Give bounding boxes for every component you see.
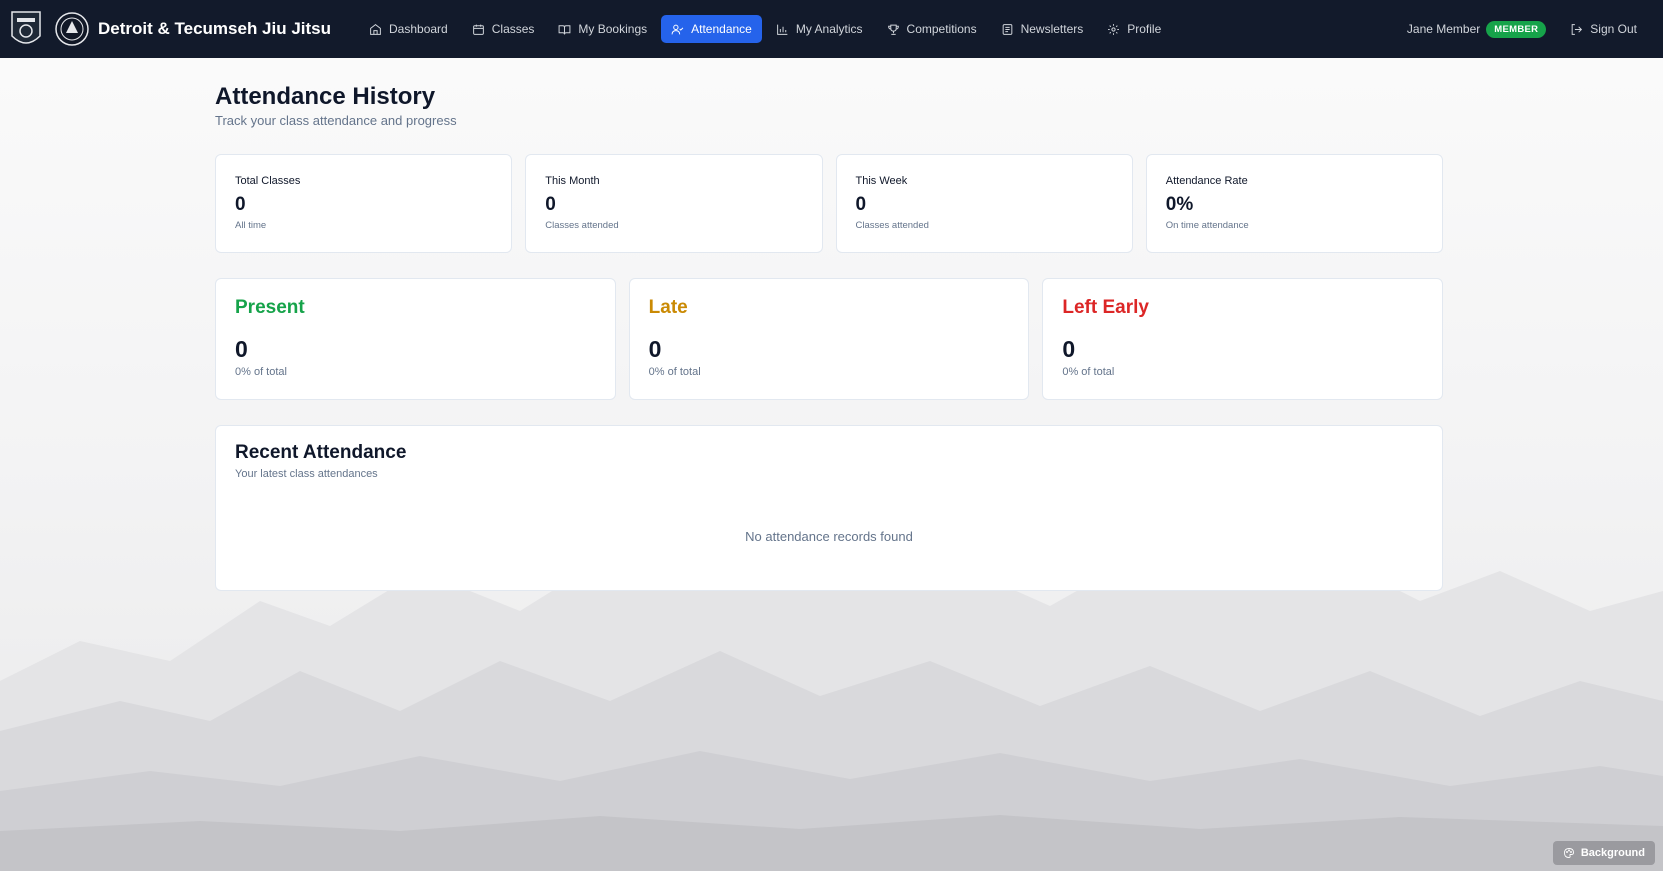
tecumseh-logo[interactable] (54, 11, 90, 47)
status-value: 0 (1062, 336, 1076, 362)
nav-profile[interactable]: Profile (1097, 15, 1171, 43)
trophy-icon (887, 24, 899, 35)
status-sub: 0% of total (235, 366, 287, 378)
main-content: Attendance History Track your class atte… (215, 58, 1444, 591)
status-row: Present 0 0% of total Late 0 0% of total… (215, 278, 1444, 400)
stat-value: 0% (1165, 194, 1194, 215)
stat-value: 0 (545, 194, 556, 215)
book-icon (559, 24, 571, 34)
stat-sub: All time (235, 220, 267, 231)
stat-label: This Month (545, 175, 600, 187)
nav-my-analytics[interactable]: My Analytics (766, 15, 873, 43)
user-check-icon (671, 24, 684, 34)
nav-label: My Analytics (795, 22, 863, 36)
status-card-late: Late 0 0% of total (628, 278, 1030, 400)
stat-sub: Classes attended (855, 220, 929, 231)
nav-newsletters[interactable]: Newsletters (991, 15, 1094, 43)
home-icon (370, 23, 381, 35)
status-title: Present (235, 297, 305, 318)
status-sub: 0% of total (1062, 366, 1115, 378)
recent-title: Recent Attendance (235, 442, 407, 463)
background-button[interactable]: Background (1552, 841, 1655, 865)
status-card-present: Present 0 0% of total (215, 278, 616, 400)
nav-my-bookings[interactable]: My Bookings (548, 15, 657, 43)
stat-label: Total Classes (235, 175, 301, 187)
nav-label: Dashboard (389, 22, 448, 36)
stat-value: 0 (235, 194, 246, 215)
top-navbar: Detroit & Tecumseh Jiu Jitsu Dashboard C… (0, 0, 1663, 58)
calendar-icon (472, 24, 484, 35)
stat-card-attendance-rate: Attendance Rate 0% On time attendance (1145, 154, 1443, 253)
bar-chart-icon (776, 24, 788, 35)
nav-label: Classes (491, 22, 535, 36)
sign-out-button[interactable]: Sign Out (1564, 16, 1643, 42)
status-value: 0 (235, 336, 248, 362)
user-area: Jane Member MEMBER Sign Out (1407, 0, 1663, 58)
stat-label: This Week (855, 175, 908, 187)
gear-icon (1108, 23, 1120, 35)
stats-row: Total Classes 0 All time This Month 0 Cl… (215, 154, 1443, 253)
main-nav: Dashboard Classes My Bookings Attendance… (359, 15, 1171, 43)
nav-dashboard[interactable]: Dashboard (359, 15, 458, 43)
nav-label: Newsletters (1020, 22, 1084, 36)
stat-card-this-month: This Month 0 Classes attended (525, 154, 823, 253)
nav-competitions[interactable]: Competitions (877, 15, 987, 43)
nav-label: My Bookings (578, 22, 648, 36)
empty-state-message: No attendance records found (745, 529, 913, 544)
status-title: Left Early (1062, 297, 1149, 318)
recent-attendance-card: Recent Attendance Your latest class atte… (215, 425, 1443, 591)
stat-sub: Classes attended (545, 220, 619, 231)
stat-sub: On time attendance (1165, 220, 1249, 231)
nav-label: Attendance (691, 22, 752, 36)
stat-label: Attendance Rate (1165, 175, 1248, 187)
status-sub: 0% of total (648, 366, 701, 378)
background-button-label: Background (1580, 847, 1645, 859)
detroit-logo[interactable] (8, 8, 44, 50)
recent-subtitle: Your latest class attendances (235, 468, 378, 480)
nav-label: Profile (1127, 22, 1162, 36)
nav-attendance[interactable]: Attendance (661, 15, 762, 43)
palette-icon (1563, 848, 1574, 858)
page-subtitle: Track your class attendance and progress (215, 113, 457, 128)
brand-title[interactable]: Detroit & Tecumseh Jiu Jitsu (98, 19, 331, 39)
nav-label: Competitions (906, 22, 977, 36)
stat-card-total-classes: Total Classes 0 All time (215, 154, 513, 253)
sign-out-label: Sign Out (1590, 22, 1637, 36)
log-out-icon (1571, 23, 1583, 35)
stat-card-this-week: This Week 0 Classes attended (835, 154, 1133, 253)
page-title: Attendance History (215, 83, 436, 110)
status-title: Late (648, 297, 688, 318)
stat-value: 0 (855, 194, 867, 215)
status-value: 0 (648, 336, 662, 362)
nav-classes[interactable]: Classes (462, 15, 545, 43)
newspaper-icon (1002, 23, 1012, 35)
role-badge: MEMBER (1486, 20, 1547, 38)
user-name: Jane Member (1406, 22, 1481, 36)
status-card-left-early: Left Early 0 0% of total (1042, 278, 1444, 400)
